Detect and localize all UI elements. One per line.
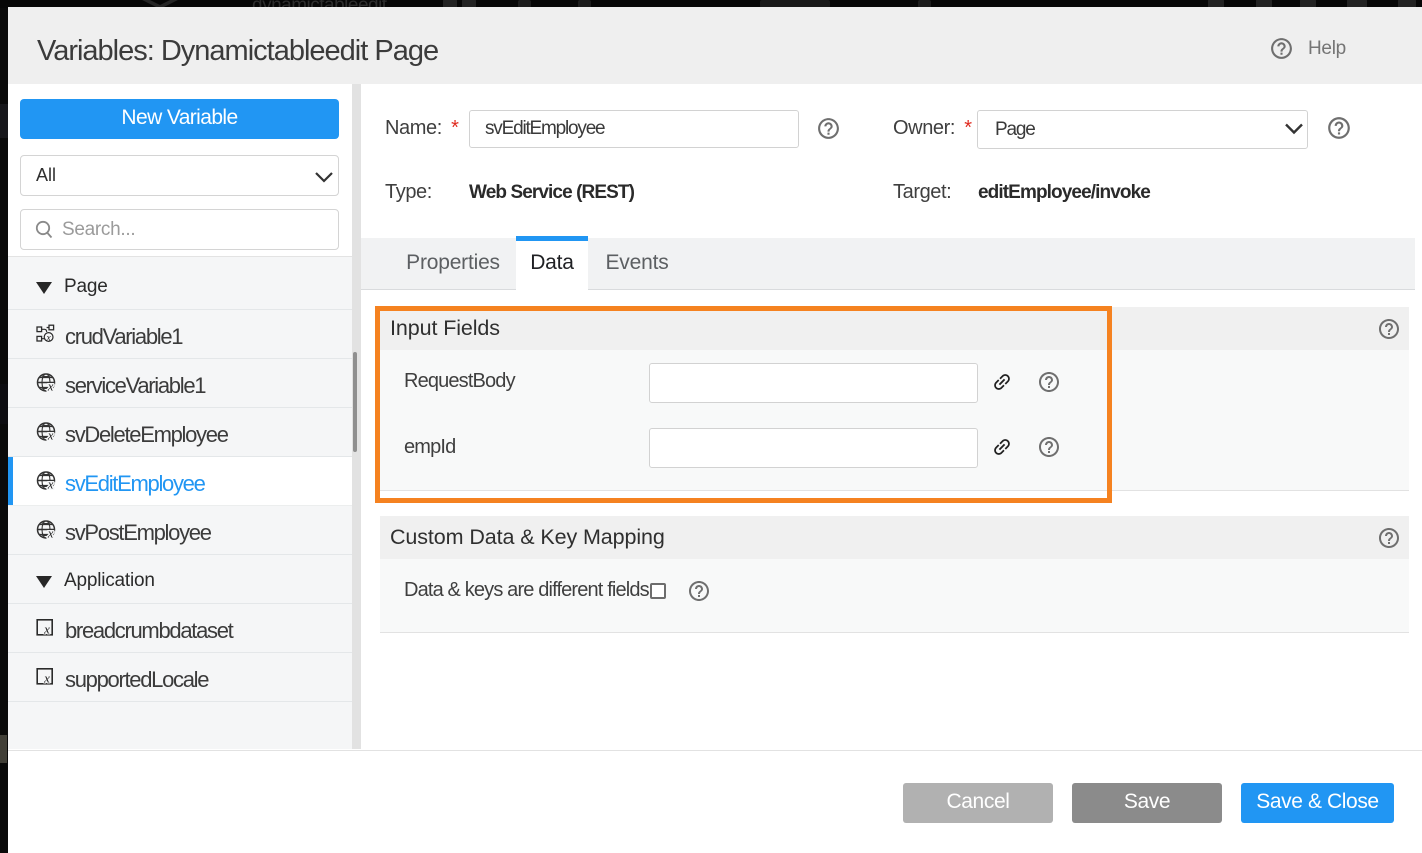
svg-text:x: x <box>47 478 54 492</box>
svg-text:x: x <box>43 622 50 637</box>
svg-text:x: x <box>47 527 54 541</box>
svg-text:x: x <box>45 333 51 343</box>
svg-text:x: x <box>47 380 54 394</box>
svg-text:x: x <box>47 429 54 443</box>
svg-text:x: x <box>43 671 50 686</box>
